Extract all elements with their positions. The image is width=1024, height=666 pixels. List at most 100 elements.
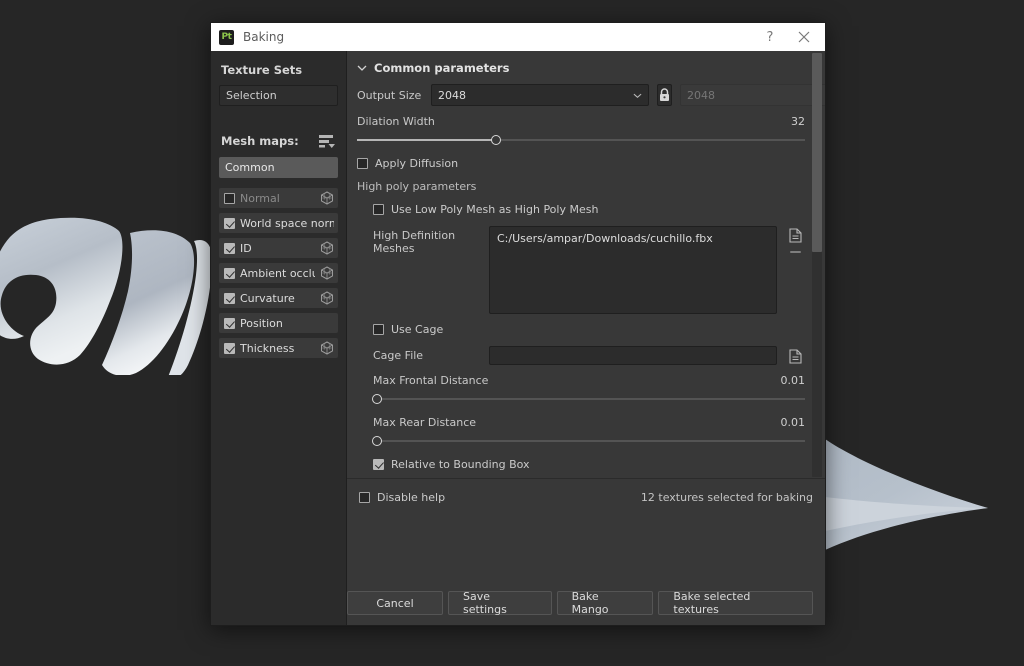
use-low-poly-row[interactable]: Use Low Poly Mesh as High Poly Mesh <box>373 203 805 216</box>
output-size-width-select[interactable]: 2048 <box>431 84 649 106</box>
use-low-poly-checkbox[interactable] <box>373 204 384 215</box>
slider-knob[interactable] <box>372 436 383 446</box>
chevron-down-icon <box>357 65 367 71</box>
mesh-icon[interactable] <box>320 291 334 305</box>
cancel-button[interactable]: Cancel <box>347 591 443 615</box>
footer-button-row: Cancel Save settings Bake Mango Bake select… <box>347 590 813 616</box>
mesh-map-row[interactable]: Thickness <box>219 338 338 358</box>
mesh-icon[interactable] <box>320 266 334 280</box>
substance-painter-icon: Pt <box>219 29 234 45</box>
common-parameters-title: Common parameters <box>374 61 510 75</box>
mesh-map-checkbox[interactable] <box>224 292 235 304</box>
mesh-map-checkbox[interactable] <box>224 342 235 354</box>
dialog-footer: Disable help 12 textures selected for ba… <box>347 479 825 625</box>
max-rear-distance-value: 0.01 <box>780 416 806 429</box>
mesh-map-list: Normal World space normal ID Ambient occlus… <box>219 188 338 358</box>
close-icon[interactable] <box>787 24 821 50</box>
main-panel: Common parameters Output Size 2048 2048 … <box>347 51 825 625</box>
max-rear-distance-slider[interactable] <box>372 435 805 447</box>
mesh-map-set-common-label: Common <box>225 161 275 174</box>
use-cage-label: Use Cage <box>391 323 444 336</box>
save-settings-button[interactable]: Save settings <box>448 590 552 616</box>
slider-track <box>373 398 805 400</box>
use-cage-checkbox[interactable] <box>373 324 384 335</box>
mesh-maps-title: Mesh maps: <box>221 134 299 148</box>
slider-knob[interactable] <box>490 135 501 145</box>
parameters-scrollbar[interactable] <box>812 53 822 477</box>
mesh-map-row[interactable]: Normal <box>219 188 338 208</box>
cage-file-actions <box>785 347 805 364</box>
dilation-width-header: Dilation Width 32 <box>357 115 805 128</box>
dialog-titlebar[interactable]: Pt Baking ? <box>211 23 825 51</box>
mesh-map-label: Curvature <box>240 291 295 305</box>
texture-sets-title: Texture Sets <box>221 63 303 77</box>
high-poly-parameters-title: High poly parameters <box>357 180 477 193</box>
mesh-map-row[interactable]: Ambient occlusion <box>219 263 338 283</box>
cage-file-input[interactable] <box>489 346 777 365</box>
help-button[interactable]: ? <box>753 24 787 50</box>
high-definition-meshes-label: High Definition Meshes <box>373 229 456 255</box>
baking-dialog: Pt Baking ? Texture Sets Selection Mesh … <box>210 22 826 626</box>
apply-diffusion-label: Apply Diffusion <box>375 157 459 170</box>
mesh-icon[interactable] <box>320 241 334 255</box>
texture-set-selection[interactable]: Selection <box>219 85 338 106</box>
slider-fill <box>357 139 496 141</box>
mesh-map-row[interactable]: ID <box>219 238 338 258</box>
baking-status-text: 12 textures selected for baking <box>640 491 813 504</box>
mesh-map-row[interactable]: World space normal <box>219 213 338 233</box>
lock-closed-icon <box>660 88 669 101</box>
mesh-icon[interactable] <box>320 341 334 355</box>
use-low-poly-label: Use Low Poly Mesh as High Poly Mesh <box>391 203 599 216</box>
file-browse-icon[interactable] <box>788 228 802 243</box>
mesh-map-row[interactable]: Curvature <box>219 288 338 308</box>
output-size-lock-button[interactable] <box>657 84 672 106</box>
mesh-map-checkbox[interactable] <box>224 267 235 279</box>
list-item[interactable]: C:/Users/ampar/Downloads/cuchillo.fbx <box>497 232 769 245</box>
bake-mango-button[interactable]: Bake Mango <box>556 590 654 616</box>
mesh-icon[interactable] <box>320 191 334 205</box>
mesh-map-label: Position <box>240 316 283 330</box>
mesh-map-checkbox[interactable] <box>224 317 235 329</box>
mesh-map-label: Thickness <box>240 341 295 355</box>
file-browse-icon[interactable] <box>788 349 802 364</box>
disable-help-row[interactable]: Disable help <box>359 491 445 504</box>
dilation-width-label: Dilation Width <box>357 115 435 128</box>
high-definition-meshes-row: High Definition Meshes C:/Users/ampar/Do… <box>373 226 805 314</box>
parameters-scroll-area[interactable]: Common parameters Output Size 2048 2048 … <box>347 51 825 479</box>
bake-selected-textures-button[interactable]: Bake selected textures <box>658 590 813 616</box>
remove-icon[interactable] <box>789 251 801 253</box>
dialog-title: Baking <box>243 30 285 44</box>
footer-top-row: Disable help 12 textures selected for ba… <box>359 479 813 504</box>
high-definition-meshes-list[interactable]: C:/Users/ampar/Downloads/cuchillo.fbx <box>489 226 777 314</box>
max-frontal-distance-slider[interactable] <box>372 393 805 405</box>
output-size-label: Output Size <box>357 88 422 102</box>
slider-knob[interactable] <box>372 394 383 404</box>
slider-track <box>373 440 805 442</box>
output-size-height-select: 2048 <box>680 84 825 106</box>
mesh-map-set-common[interactable]: Common <box>219 157 338 178</box>
mesh-maps-header: Mesh maps: <box>221 133 336 149</box>
high-poly-section: Use Low Poly Mesh as High Poly Mesh High… <box>357 203 805 478</box>
apply-diffusion-row[interactable]: Apply Diffusion <box>357 157 805 170</box>
mesh-left-shape <box>0 217 210 375</box>
apply-diffusion-checkbox[interactable] <box>357 158 368 169</box>
mesh-map-checkbox[interactable] <box>224 217 235 229</box>
app-root: Pt Baking ? Texture Sets Selection Mesh … <box>0 0 1024 666</box>
sidebar: Texture Sets Selection Mesh maps: Common <box>211 51 347 625</box>
output-size-row: Output Size 2048 2048 <box>357 84 825 106</box>
list-options-icon[interactable] <box>318 133 336 149</box>
dilation-width-slider[interactable] <box>357 134 805 146</box>
disable-help-checkbox[interactable] <box>359 492 370 503</box>
common-parameters-group-header[interactable]: Common parameters <box>357 61 805 75</box>
disable-help-label: Disable help <box>377 491 446 504</box>
mesh-map-row[interactable]: Position <box>219 313 338 333</box>
max-rear-distance-header: Max Rear Distance 0.01 <box>373 416 805 429</box>
scrollbar-thumb[interactable] <box>812 53 822 252</box>
relative-to-bounding-box-label: Relative to Bounding Box <box>391 458 530 471</box>
max-frontal-distance-header: Max Frontal Distance 0.01 <box>373 374 805 387</box>
use-cage-row[interactable]: Use Cage <box>373 323 805 336</box>
mesh-map-checkbox[interactable] <box>224 242 235 254</box>
mesh-map-checkbox[interactable] <box>224 192 235 204</box>
relative-to-bounding-box-checkbox[interactable] <box>373 459 384 470</box>
relative-to-bounding-box-row[interactable]: Relative to Bounding Box <box>373 458 805 471</box>
